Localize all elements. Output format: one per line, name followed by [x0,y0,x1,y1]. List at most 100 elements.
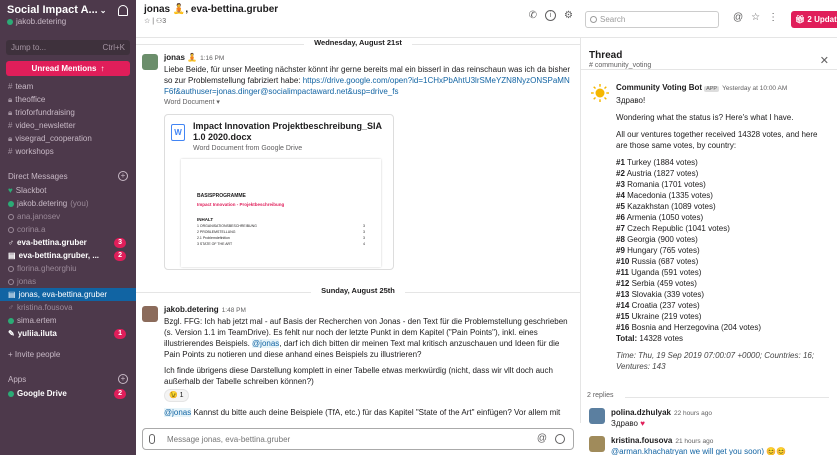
info-icon[interactable]: i [545,10,557,21]
document-preview[interactable]: BASISPROGRAMME Impact Innovation - Proje… [181,159,381,267]
apps-section[interactable]: Apps + [0,371,136,387]
more-icon[interactable]: ⋮ [768,12,778,23]
gear-icon[interactable]: ⚙ [564,10,573,21]
add-dm-icon[interactable]: + [118,171,128,181]
star-icon[interactable]: ☆ [144,18,150,25]
sidebar-channel-theoffice[interactable]: 🔒︎ theoffice [0,93,136,106]
hash-icon: # [8,121,13,130]
mention-icon[interactable]: @ [537,433,547,444]
reply-message[interactable]: kristina.fousova 21 hours ago @arman.khac… [589,436,829,455]
dm-label: eva-bettina.gruber, ... [18,251,100,260]
message-author[interactable]: kristina.fousova [611,436,672,445]
avatar[interactable] [589,436,605,452]
country-votes: Georgia (900 votes) [627,235,698,244]
sidebar-channel-trioforfundraising[interactable]: 🔒︎ trioforfundraising [0,106,136,119]
emoji-icon[interactable] [555,434,565,444]
message-composer[interactable]: @ [142,428,574,450]
country-votes: Czech Republic (1041 votes) [627,224,730,233]
member-count[interactable]: 3 [162,18,166,25]
dm-ana-janosev[interactable]: ana.janosev [0,210,136,223]
bot-message[interactable]: Community Voting Bot APP Yesterday at 10:0… [616,82,829,378]
user-mention[interactable]: @jonas [164,408,192,417]
phone-icon[interactable]: ✆ [529,10,537,21]
message-time[interactable]: 1:16 PM [200,55,224,62]
country-votes: Turkey (1884 votes) [626,158,698,167]
workspace-header[interactable]: Social Impact A... ⌄ jakob.detering [0,0,136,32]
channel-label: video_newsletter [15,121,76,130]
date-label: Wednesday, August 21st [304,38,412,47]
attachment-icon[interactable] [149,434,155,444]
document-attachment[interactable]: W Impact Innovation Projektbeschreibung_… [164,114,394,270]
mentions-icon[interactable]: @ [733,12,743,23]
dm-self[interactable]: jakob.detering (you) [0,197,136,210]
channel-title[interactable]: jonas 🧘, eva-bettina.gruber [144,4,573,15]
bell-icon[interactable] [118,5,128,16]
message-time[interactable]: 22 hours ago [674,410,712,417]
unread-mentions-button[interactable]: Unread Mentions ↑ [6,61,130,76]
avatar[interactable] [142,306,158,322]
country-rank: #16 [616,323,630,332]
search-input[interactable]: Search [585,11,719,28]
avatar[interactable] [142,54,158,70]
country-rank: #8 [616,235,625,244]
dm-yuliia-iluta[interactable]: ✎ yuliia.iluta 1 [0,327,136,340]
star-icon[interactable]: ☆ [751,12,760,23]
offline-status-icon [8,213,14,220]
close-icon[interactable]: ✕ [820,54,829,67]
dm-sima-ertem[interactable]: sima.ertem [0,314,136,327]
document-title[interactable]: Impact Innovation Projektbeschreibung_SI… [193,121,388,143]
invite-people-button[interactable]: + Invite people [0,348,136,361]
country-votes: Armenia (1050 votes) [626,213,704,222]
sidebar-channel-team[interactable]: # team [0,80,136,93]
unread-badge: 2 [114,389,126,399]
group-icon: ▤ [8,251,16,260]
country-row: #6 Armenia (1050 votes) [616,212,829,223]
country-votes: Ukraine (219 votes) [631,312,702,321]
message-time[interactable]: 21 hours ago [675,438,713,445]
country-list: #1 Turkey (1884 votes) #2 Austria (1827 v… [616,157,829,333]
message-author[interactable]: Community Voting Bot [616,83,702,92]
avatar[interactable] [589,408,605,424]
dm-florina-gheorghiu[interactable]: florina.gheorghiu [0,262,136,275]
country-votes: Macedonia (1335 votes) [627,191,713,200]
country-rank: #3 [616,180,625,189]
message-time[interactable]: Yesterday at 10:00 AM [722,85,787,92]
country-row: #7 Czech Republic (1041 votes) [616,223,829,234]
add-app-icon[interactable]: + [118,374,128,384]
message[interactable]: jonas 🧘 1:16 PM Liebe Beide, für unser Me… [142,52,572,108]
message-text: Kannst du bitte auch deine Beispiele (Tf… [191,408,561,417]
dm-group-jonas-eva[interactable]: ▤ jonas, eva-bettina.gruber [0,288,136,301]
sidebar-channel-video-newsletter[interactable]: # video_newsletter [0,119,136,132]
message-time[interactable]: 1:48 PM [222,307,246,314]
jump-to-button[interactable]: Jump to... Ctrl+K [6,40,130,55]
dm-slackbot[interactable]: ♥ Slackbot [0,184,136,197]
dm-corina-a[interactable]: corina.a [0,223,136,236]
attachment-meta[interactable]: Word Document ▾ [164,97,572,108]
message-author[interactable]: jonas 🧘 [164,53,197,62]
message-author[interactable]: polina.dzhulyak [611,408,671,417]
reply-message[interactable]: polina.dzhulyak 22 hours ago Здраво ♥ [589,408,829,429]
country-row: #3 Romania (1701 votes) [616,179,829,190]
message-input[interactable] [167,429,507,449]
user-mention[interactable]: @jonas [252,339,280,348]
dm-eva-bettina-gruber[interactable]: ♂ eva-bettina.gruber 3 [0,236,136,249]
thread-channel[interactable]: # community_voting [589,62,829,69]
sidebar-channel-visegrad[interactable]: 🔒︎ visegrad_cooperation [0,132,136,145]
message-list[interactable]: Wednesday, August 21st jonas 🧘 1:16 PM Li… [136,38,581,423]
dm-group-eva-bettina[interactable]: ▤ eva-bettina.gruber, ... 2 [0,249,136,262]
dm-jonas[interactable]: jonas [0,275,136,288]
message[interactable]: jakob.detering 1:48 PM Bzgl. FFG: Ich hab… [142,304,572,418]
sidebar-channel-workshops[interactable]: # workshops [0,145,136,158]
emoji-reaction[interactable]: 😉 1 [164,389,189,402]
date-label: Sunday, August 25th [311,286,405,295]
direct-messages-section[interactable]: Direct Messages + [0,168,136,184]
message-author[interactable]: jakob.detering [164,305,219,314]
group-icon: ▤ [8,290,16,299]
total-value: 14328 votes [639,334,684,343]
sun-icon[interactable] [591,84,609,102]
app-google-drive[interactable]: Google Drive 2 [0,387,136,400]
online-status-icon [8,200,14,207]
workspace-name[interactable]: Social Impact A... [7,4,98,16]
updates-button[interactable]: 🎁︎ 2 Updat [791,11,837,28]
dm-kristina-fousova[interactable]: ♂ kristina.fousova [0,301,136,314]
